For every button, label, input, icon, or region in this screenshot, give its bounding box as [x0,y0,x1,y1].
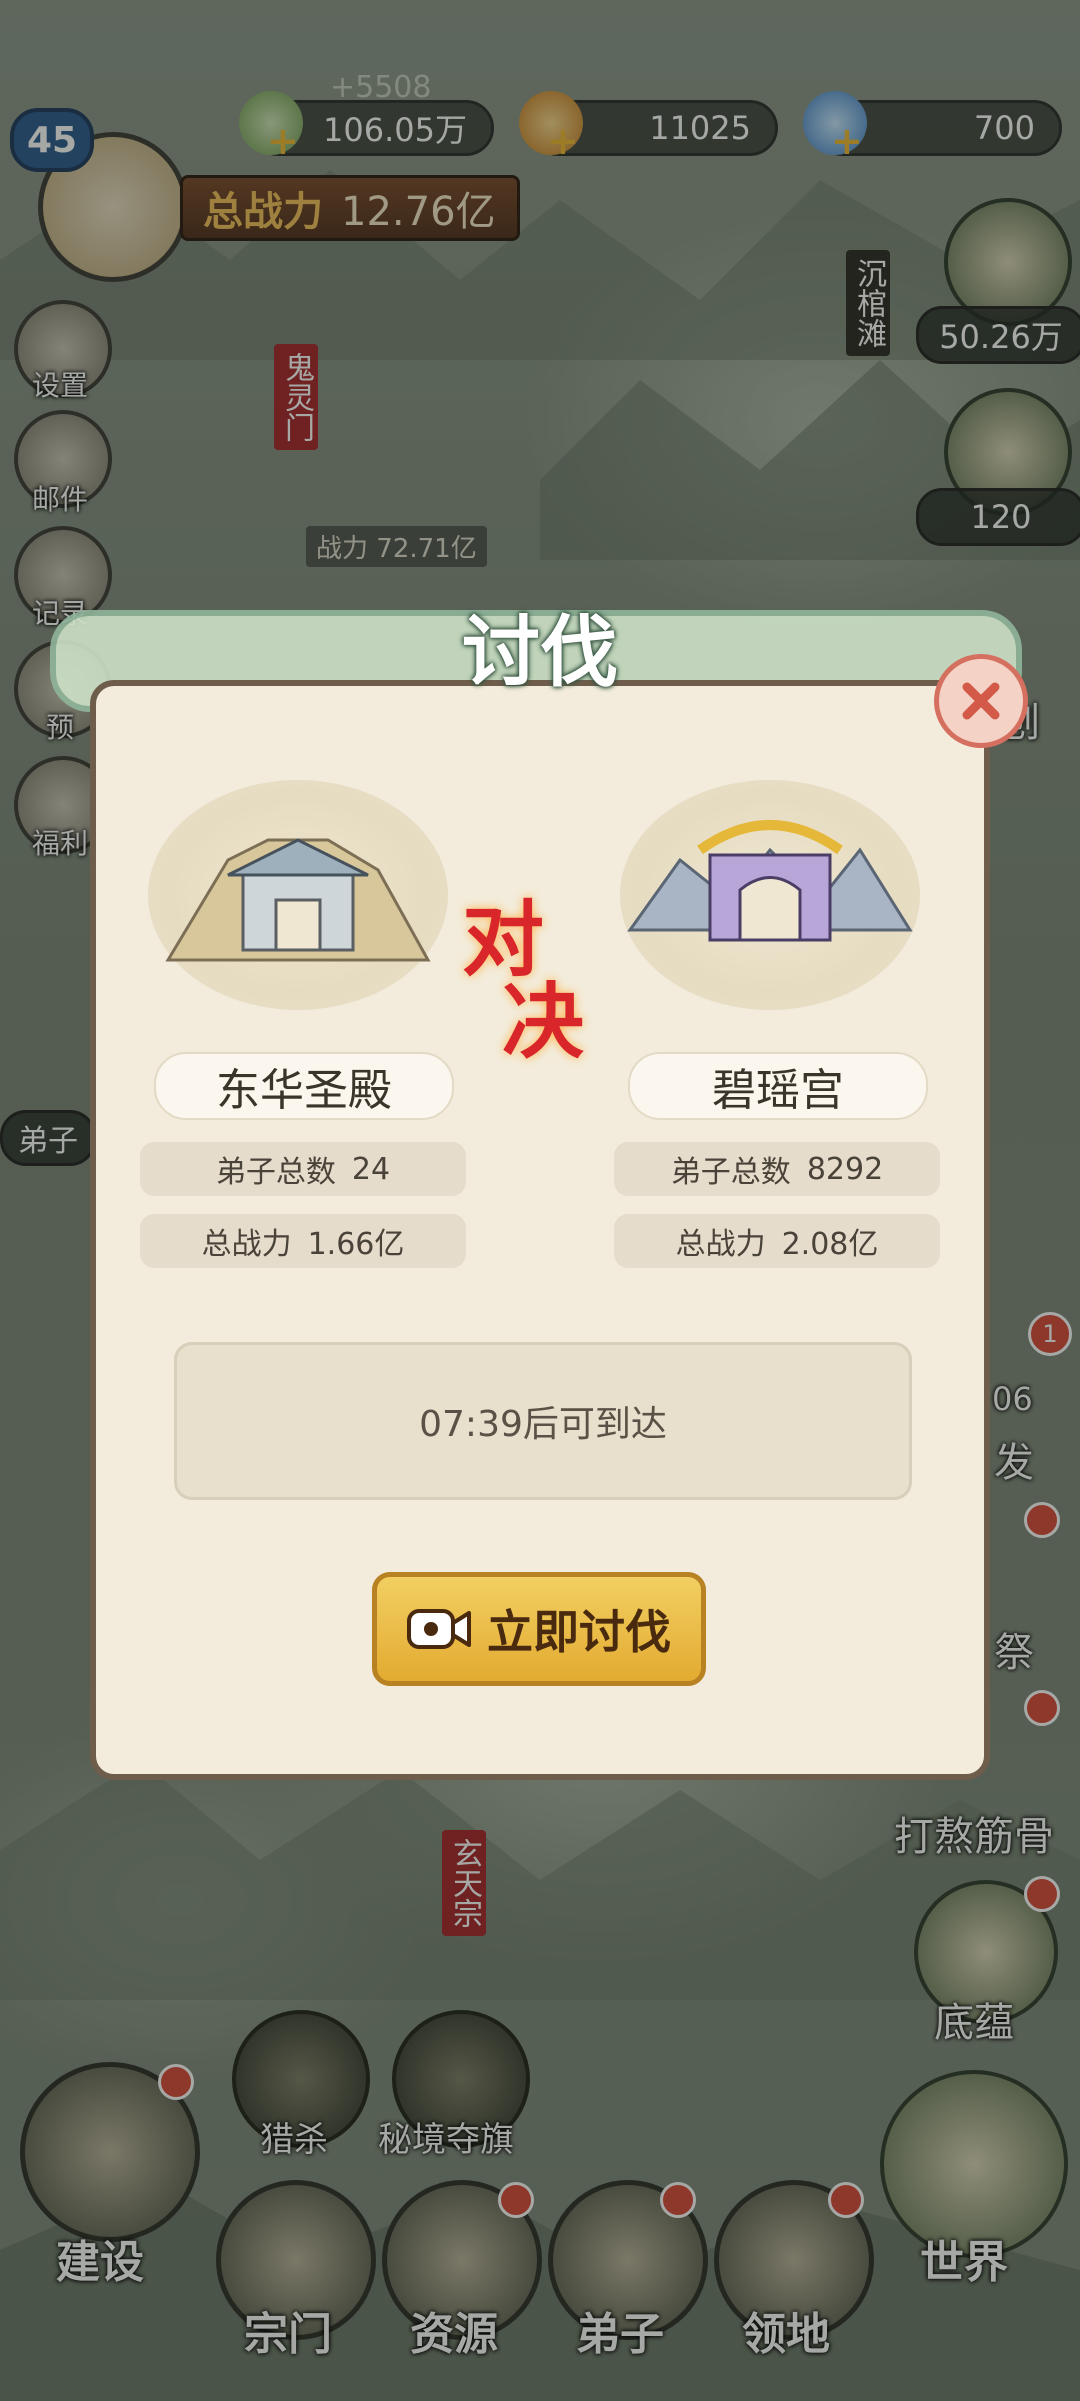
disciples-label: 弟子总数 [215,1155,336,1190]
disciples-value: 24 [351,1151,391,1187]
versus-char-1: 对 [462,893,545,988]
dialog-title: 讨伐 [461,608,618,698]
left-power-stat: 总战力 1.66亿 [140,1214,466,1268]
right-disciples-stat: 弟子总数 8292 [614,1142,940,1196]
crusade-now-button[interactable]: 立即讨伐 [372,1572,706,1686]
right-sect-gate-icon [627,820,913,942]
crusade-now-label: 立即讨伐 [487,1605,671,1659]
disciples-label: 弟子总数 [670,1155,791,1190]
right-sect-emblem [620,780,920,1010]
close-button[interactable] [934,654,1028,748]
left-disciples-stat: 弟子总数 24 [140,1142,466,1196]
right-sect-name: 碧瑶宫 [628,1052,928,1120]
left-sect-gate-icon [165,838,431,962]
power-value: 1.66亿 [307,1227,405,1262]
power-label: 总战力 [675,1227,766,1262]
left-sect-emblem [148,780,448,1010]
close-icon [962,682,1000,720]
disciples-value: 8292 [806,1151,884,1187]
versus-text: 对 决 [462,900,584,1064]
left-sect-name: 东华圣殿 [154,1052,454,1120]
versus-char-2: 决 [502,975,585,1070]
power-label: 总战力 [201,1227,292,1262]
right-power-stat: 总战力 2.08亿 [614,1214,940,1268]
video-ad-icon [407,1609,471,1649]
arrival-timer: 07:39后可到达 [174,1342,912,1500]
power-value: 2.08亿 [781,1227,879,1262]
